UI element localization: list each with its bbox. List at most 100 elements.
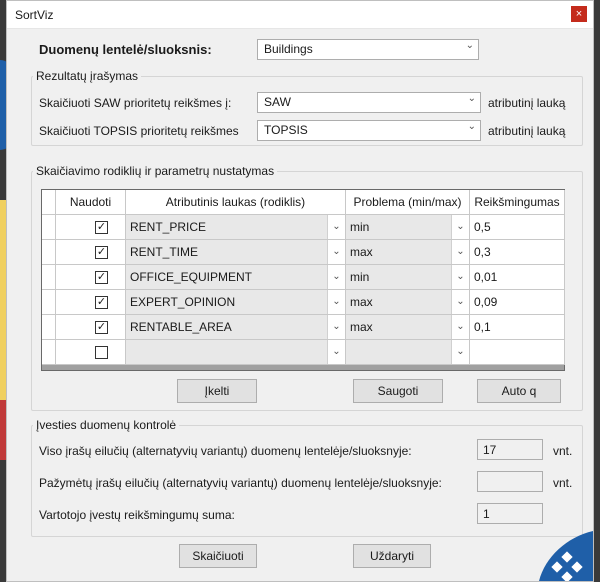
- row-header-corner: [42, 190, 56, 215]
- table-row: ✓ RENT_PRICE ⌄ min ⌄ 0,5: [42, 215, 565, 240]
- dataset-select[interactable]: Buildings ⌄: [257, 39, 479, 60]
- total-rows-unit: vnt.: [553, 444, 573, 458]
- compute-button[interactable]: Skaičiuoti: [179, 544, 257, 568]
- row-header[interactable]: [42, 290, 56, 315]
- chevron-down-icon[interactable]: ⌄: [327, 290, 345, 314]
- chevron-down-icon[interactable]: ⌄: [451, 315, 469, 339]
- chevron-down-icon[interactable]: ⌄: [327, 265, 345, 289]
- problem-select-value: max: [350, 245, 373, 259]
- auto-q-button[interactable]: Auto q: [477, 379, 561, 403]
- problem-select-value: min: [350, 220, 370, 234]
- weight-cell[interactable]: 0,3: [470, 240, 565, 265]
- weight-cell[interactable]: 0,5: [470, 215, 565, 240]
- use-cell: ✓: [56, 240, 126, 265]
- chevron-down-icon: ⌄: [467, 121, 476, 132]
- checkbox-empty-icon[interactable]: [95, 346, 108, 359]
- dataset-label: Duomenų lentelė/sluoksnis:: [39, 42, 212, 57]
- field-select-cell[interactable]: EXPERT_OPINION ⌄: [126, 290, 346, 315]
- weights-sum-label: Vartotojo įvestų reikšmingumų suma:: [39, 508, 235, 522]
- topsis-suffix: atributinį lauką: [488, 124, 566, 138]
- chevron-down-icon[interactable]: ⌄: [327, 240, 345, 264]
- checkbox-checked-icon[interactable]: ✓: [95, 321, 108, 334]
- problem-select-cell[interactable]: max ⌄: [346, 315, 470, 340]
- column-header[interactable]: Atributinis laukas (rodiklis): [126, 190, 346, 215]
- table-header-row: Naudoti Atributinis laukas (rodiklis) Prob…: [42, 190, 565, 215]
- field-select-value: EXPERT_OPINION: [130, 295, 236, 309]
- app-logo-icon: [539, 531, 593, 581]
- column-header[interactable]: Reikšmingumas: [470, 190, 565, 215]
- chevron-down-icon[interactable]: ⌄: [451, 240, 469, 264]
- problem-select-cell[interactable]: min ⌄: [346, 265, 470, 290]
- weight-cell[interactable]: 0,1: [470, 315, 565, 340]
- problem-select-value: max: [350, 320, 373, 334]
- checkbox-checked-icon[interactable]: ✓: [95, 271, 108, 284]
- close-button[interactable]: Uždaryti: [353, 544, 431, 568]
- saw-suffix: atributinį lauką: [488, 96, 566, 110]
- topsis-field-value: TOPSIS: [264, 123, 308, 137]
- load-button[interactable]: Įkelti: [177, 379, 257, 403]
- chevron-down-icon: ⌄: [465, 40, 474, 51]
- field-select-cell[interactable]: RENTABLE_AREA ⌄: [126, 315, 346, 340]
- chevron-down-icon[interactable]: ⌄: [451, 265, 469, 289]
- window-title: SortViz: [15, 8, 54, 22]
- row-header[interactable]: [42, 315, 56, 340]
- selected-rows-unit: vnt.: [553, 476, 573, 490]
- sortviz-dialog: SortViz × Duomenų lentelė/sluoksnis: Bui…: [6, 0, 594, 582]
- saw-field-select[interactable]: SAW ⌄: [257, 92, 481, 113]
- control-group-title: Įvesties duomenų kontrolė: [33, 418, 180, 432]
- field-select-cell[interactable]: RENT_TIME ⌄: [126, 240, 346, 265]
- field-select-cell[interactable]: ⌄: [126, 340, 346, 365]
- use-cell: [56, 340, 126, 365]
- problem-select-value: min: [350, 270, 370, 284]
- table-row: ✓ RENT_TIME ⌄ max ⌄ 0,3: [42, 240, 565, 265]
- problem-select-cell[interactable]: max ⌄: [346, 290, 470, 315]
- use-cell: ✓: [56, 315, 126, 340]
- table-row: ✓ EXPERT_OPINION ⌄ max ⌄ 0,09: [42, 290, 565, 315]
- chevron-down-icon[interactable]: ⌄: [451, 215, 469, 239]
- chevron-down-icon[interactable]: ⌄: [327, 315, 345, 339]
- checkbox-checked-icon[interactable]: ✓: [95, 246, 108, 259]
- params-group-title: Skaičiavimo rodiklių ir parametrų nustat…: [33, 164, 278, 178]
- chevron-down-icon: ⌄: [467, 93, 476, 104]
- column-header[interactable]: Problema (min/max): [346, 190, 470, 215]
- use-cell: ✓: [56, 215, 126, 240]
- table-row: ✓ OFFICE_EQUIPMENT ⌄ min ⌄ 0,01: [42, 265, 565, 290]
- chevron-down-icon[interactable]: ⌄: [327, 215, 345, 239]
- total-rows-label: Viso įrašų eilučių (alternatyvių variant…: [39, 444, 412, 458]
- chevron-down-icon[interactable]: ⌄: [451, 290, 469, 314]
- saw-field-value: SAW: [264, 95, 291, 109]
- problem-select-cell[interactable]: min ⌄: [346, 215, 470, 240]
- close-window-button[interactable]: ×: [571, 6, 587, 22]
- problem-select-cell[interactable]: ⌄: [346, 340, 470, 365]
- total-rows-field: 17: [477, 439, 543, 460]
- row-header[interactable]: [42, 240, 56, 265]
- weights-sum-field: 1: [477, 503, 543, 524]
- weight-cell[interactable]: 0,01: [470, 265, 565, 290]
- field-select-cell[interactable]: OFFICE_EQUIPMENT ⌄: [126, 265, 346, 290]
- checkbox-checked-icon[interactable]: ✓: [95, 296, 108, 309]
- row-header[interactable]: [42, 215, 56, 240]
- selected-rows-field: [477, 471, 543, 492]
- table-row: ✓ RENTABLE_AREA ⌄ max ⌄ 0,1: [42, 315, 565, 340]
- field-select-cell[interactable]: RENT_PRICE ⌄: [126, 215, 346, 240]
- chevron-down-icon[interactable]: ⌄: [451, 340, 469, 364]
- problem-select-value: max: [350, 295, 373, 309]
- use-cell: ✓: [56, 290, 126, 315]
- params-table: Naudoti Atributinis laukas (rodiklis) Prob…: [41, 189, 565, 371]
- topsis-field-select[interactable]: TOPSIS ⌄: [257, 120, 481, 141]
- weight-cell[interactable]: 0,09: [470, 290, 565, 315]
- weight-cell[interactable]: [470, 340, 565, 365]
- problem-select-cell[interactable]: max ⌄: [346, 240, 470, 265]
- selected-rows-label: Pažymėtų įrašų eilučių (alternatyvių var…: [39, 476, 442, 490]
- field-select-value: RENT_PRICE: [130, 220, 207, 234]
- row-header[interactable]: [42, 265, 56, 290]
- use-cell: ✓: [56, 265, 126, 290]
- save-button[interactable]: Saugoti: [353, 379, 443, 403]
- checkbox-checked-icon[interactable]: ✓: [95, 221, 108, 234]
- row-header[interactable]: [42, 340, 56, 365]
- field-select-value: RENTABLE_AREA: [130, 320, 232, 334]
- chevron-down-icon[interactable]: ⌄: [327, 340, 345, 364]
- column-header[interactable]: Naudoti: [56, 190, 126, 215]
- title-bar: SortViz ×: [7, 1, 593, 29]
- dataset-select-value: Buildings: [264, 42, 313, 56]
